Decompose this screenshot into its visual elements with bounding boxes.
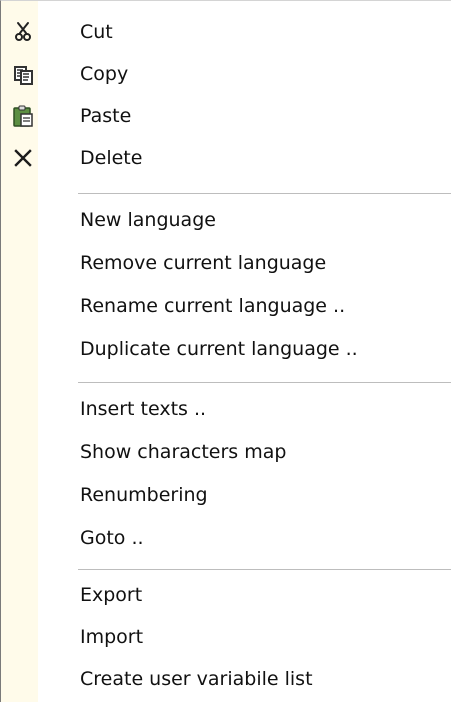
menu-item-label: Delete (80, 147, 143, 169)
menu-item-delete[interactable]: Delete (1, 137, 451, 179)
menu-item-create-user-variable-list[interactable]: Create user variabile list (1, 658, 451, 700)
menu-item-remove-current-language[interactable]: Remove current language (1, 242, 451, 284)
menu-item-label: New language (80, 209, 216, 231)
menu-item-label: Renumbering (80, 484, 208, 506)
menu-item-export[interactable]: Export (1, 574, 451, 616)
menu-item-label: Duplicate current language .. (80, 338, 358, 360)
menu-separator (78, 193, 451, 194)
menu-separator (78, 569, 451, 570)
menu-item-label: Goto .. (80, 527, 144, 549)
menu-item-label: Create user variabile list (80, 668, 313, 690)
scissors-icon (11, 20, 35, 44)
menu-item-label: Import (80, 626, 144, 648)
clipboard-paste-icon (11, 104, 35, 128)
menu-item-cut[interactable]: Cut (1, 11, 451, 53)
menu-item-label: Paste (80, 105, 132, 127)
menu-item-label: Rename current language .. (80, 295, 346, 317)
menu-item-label: Cut (80, 21, 113, 43)
menu-item-show-characters-map[interactable]: Show characters map (1, 431, 451, 473)
menu-item-new-language[interactable]: New language (1, 199, 451, 241)
menu-item-renumbering[interactable]: Renumbering (1, 474, 451, 516)
menu-item-insert-texts[interactable]: Insert texts .. (1, 388, 451, 430)
menu-item-label: Remove current language (80, 252, 327, 274)
menu-item-copy[interactable]: Copy (1, 53, 451, 95)
menu-separator (78, 382, 451, 383)
menu-item-paste[interactable]: Paste (1, 95, 451, 137)
menu-item-goto[interactable]: Goto .. (1, 517, 451, 559)
menu-item-import[interactable]: Import (1, 616, 451, 658)
menu-item-rename-current-language[interactable]: Rename current language .. (1, 285, 451, 327)
menu-item-label: Export (80, 584, 143, 606)
x-delete-icon (11, 146, 35, 170)
menu-item-duplicate-current-language[interactable]: Duplicate current language .. (1, 328, 451, 370)
context-menu: Cut Copy Paste Delete New language Remov… (0, 0, 451, 702)
copy-icon (11, 62, 35, 86)
menu-item-label: Copy (80, 63, 129, 85)
menu-item-label: Show characters map (80, 441, 287, 463)
menu-item-label: Insert texts .. (80, 398, 207, 420)
